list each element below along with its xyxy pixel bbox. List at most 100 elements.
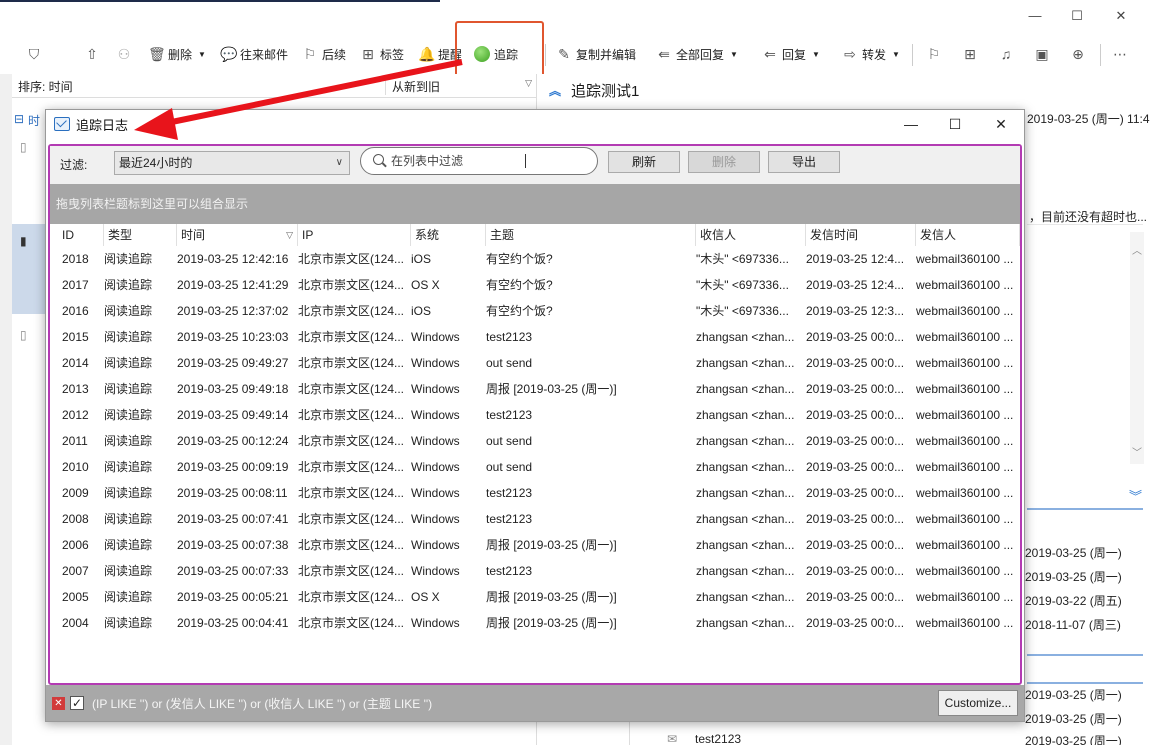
export-button[interactable]: 导出	[768, 151, 840, 173]
zoom-button[interactable]: ⊕	[1070, 42, 1090, 66]
column-filter-icon[interactable]: ▽	[286, 224, 293, 246]
selected-mail-item[interactable]	[12, 224, 46, 314]
scroll-up-icon[interactable]: ︿	[1130, 242, 1144, 257]
filter-enabled-checkbox[interactable]: ✓	[70, 696, 84, 710]
clear-filter-icon[interactable]: ✕	[52, 697, 65, 710]
title-accent	[0, 0, 440, 2]
cell-id: 2017	[62, 278, 89, 292]
header-col-ip[interactable]: IP	[298, 224, 411, 246]
table-row[interactable]: 2018 阅读追踪 2019-03-25 12:42:16 北京市崇文区(124...…	[50, 246, 1020, 272]
search-input[interactable]	[391, 152, 571, 170]
header-col-subject[interactable]: 主题	[486, 224, 696, 246]
table-row[interactable]: 2017 阅读追踪 2019-03-25 12:41:29 北京市崇文区(124...…	[50, 272, 1020, 298]
dialog-close-button[interactable]: ✕	[988, 114, 1014, 134]
dialog-maximize-button[interactable]: ☐	[942, 114, 968, 134]
reply-button[interactable]: ⇐ 回复 ▼	[762, 42, 820, 66]
table-row[interactable]: 2009 阅读追踪 2019-03-25 00:08:11 北京市崇文区(124...…	[50, 480, 1020, 506]
bell-button[interactable]: ♫	[998, 42, 1018, 66]
mail-snippet: ，目前还没有超时也...	[1029, 210, 1148, 224]
cell-recipient: zhangsan <zhan...	[696, 408, 795, 422]
reply-all-label: 全部回复	[676, 47, 725, 62]
cell-time: 2019-03-25 00:08:11	[177, 486, 288, 500]
cell-time: 2019-03-25 00:07:33	[177, 564, 289, 578]
cell-system: Windows	[411, 382, 460, 396]
table-row[interactable]: 2015 阅读追踪 2019-03-25 10:23:03 北京市崇文区(124...…	[50, 324, 1020, 350]
cell-sender: webmail360100 ...	[916, 382, 1014, 396]
related-date: 2019-03-25 (周一)	[1025, 570, 1122, 584]
copy-edit-button[interactable]: ✎ 复制并编辑	[556, 42, 636, 66]
upload-button[interactable]: ⇧	[84, 42, 104, 66]
list-filter-search[interactable]	[360, 147, 598, 175]
flag-button[interactable]: ⚐	[926, 42, 946, 66]
header-col-id[interactable]: ID	[58, 224, 104, 246]
cell-id: 2014	[62, 356, 89, 370]
table-row[interactable]: 2004 阅读追踪 2019-03-25 00:04:41 北京市崇文区(124...…	[50, 610, 1020, 636]
table-row[interactable]: 2010 阅读追踪 2019-03-25 00:09:19 北京市崇文区(124...…	[50, 454, 1020, 480]
cell-subject: out send	[486, 356, 533, 370]
copy-edit-label: 复制并编辑	[576, 47, 637, 62]
minimize-button[interactable]: —	[1020, 6, 1050, 26]
cell-type: 阅读追踪	[104, 252, 153, 266]
sort-order-label: 从新到旧	[392, 80, 441, 94]
filter-button[interactable]: ⛉	[26, 42, 46, 66]
close-button[interactable]: ✕	[1106, 6, 1136, 26]
followup-button[interactable]: ⚐ 后续	[302, 42, 346, 66]
cell-time: 2019-03-25 12:42:16	[177, 252, 289, 266]
cell-recipient: zhangsan <zhan...	[696, 330, 795, 344]
header-label: 主题	[490, 228, 515, 242]
group-toggle[interactable]: ⊟	[14, 112, 24, 126]
apps-button[interactable]: ⊞	[962, 42, 982, 66]
table-row[interactable]: 2006 阅读追踪 2019-03-25 00:07:38 北京市崇文区(124...…	[50, 532, 1020, 558]
header-col-send-time[interactable]: 发信时间	[806, 224, 916, 246]
dialog-minimize-button[interactable]: —	[898, 114, 924, 134]
forward-button[interactable]: ⇨ 转发 ▼	[842, 42, 900, 66]
correspondence-button[interactable]: 💬 往来邮件	[220, 42, 288, 66]
cell-type: 阅读追踪	[104, 304, 153, 318]
cell-ip: 北京市崇文区(124...	[298, 278, 405, 292]
sort-bar: 排序: 时间 从新到旧 ▽	[12, 76, 536, 98]
maximize-button[interactable]: ☐	[1062, 6, 1092, 26]
delete-button[interactable]: 🗑 删除 ▼	[148, 42, 206, 66]
preview-scrollbar[interactable]: ︿ ﹀	[1130, 232, 1144, 464]
table-row[interactable]: 2008 阅读追踪 2019-03-25 00:07:41 北京市崇文区(124...…	[50, 506, 1020, 532]
chevron-down-icon: ▼	[892, 49, 900, 59]
chevron-down-icon: ▼	[812, 49, 820, 59]
scroll-down-icon[interactable]: ﹀	[1130, 444, 1144, 459]
header-col-type[interactable]: 类型	[104, 224, 177, 246]
cell-system: OS X	[411, 590, 440, 604]
toolbar-divider	[912, 44, 913, 66]
tags-button[interactable]: ⊞ 标签	[360, 42, 404, 66]
cell-recipient: zhangsan <zhan...	[696, 382, 795, 396]
table-row[interactable]: 2016 阅读追踪 2019-03-25 12:37:02 北京市崇文区(124...…	[50, 298, 1020, 324]
table-row[interactable]: 2011 阅读追踪 2019-03-25 00:12:24 北京市崇文区(124...…	[50, 428, 1020, 454]
table-row[interactable]: 2013 阅读追踪 2019-03-25 09:49:18 北京市崇文区(124...…	[50, 376, 1020, 402]
table-row[interactable]: 2007 阅读追踪 2019-03-25 00:07:33 北京市崇文区(124...…	[50, 558, 1020, 584]
header-col-time[interactable]: 时间 ▽	[177, 224, 298, 246]
group-by-area[interactable]: 拖曳列表栏题标到这里可以组合显示	[50, 184, 1020, 224]
user-remove-button[interactable]: ⚇	[116, 42, 136, 66]
table-row[interactable]: 2014 阅读追踪 2019-03-25 09:49:27 北京市崇文区(124...…	[50, 350, 1020, 376]
sort-order[interactable]: 从新到旧 ▽	[385, 78, 536, 95]
collapse-icon[interactable]: ︽	[549, 82, 561, 99]
more-button[interactable]: ⋯	[1112, 42, 1132, 66]
refresh-button[interactable]: 刷新	[608, 151, 680, 173]
cell-send-time: 2019-03-25 00:0...	[806, 590, 905, 604]
mail-doc-icon: ▮	[20, 234, 27, 248]
mail-doc-icon: ▯	[20, 140, 27, 154]
header-col-sender[interactable]: 发信人	[916, 224, 1020, 246]
header-col-system[interactable]: 系统	[411, 224, 486, 246]
delete-log-button[interactable]: 删除	[688, 151, 760, 173]
expand-icon[interactable]: ︾	[1129, 486, 1142, 505]
sort-by-time[interactable]: 排序: 时间	[12, 78, 385, 95]
filter-status-bar: ✕ ✓ (IP LIKE '') or (发信人 LIKE '') or (收信…	[46, 685, 1024, 721]
header-col-recipient[interactable]: 收信人	[696, 224, 806, 246]
customize-button[interactable]: Customize...	[938, 690, 1018, 716]
cell-ip: 北京市崇文区(124...	[298, 408, 405, 422]
image-button[interactable]: ▣	[1034, 42, 1054, 66]
table-row[interactable]: 2012 阅读追踪 2019-03-25 09:49:14 北京市崇文区(124...…	[50, 402, 1020, 428]
time-range-select[interactable]: 最近24小时的 ∨	[114, 151, 350, 175]
reply-all-button[interactable]: ⇚ 全部回复 ▼	[656, 42, 738, 66]
cell-send-time: 2019-03-25 00:0...	[806, 512, 905, 526]
cell-time: 2019-03-25 00:07:41	[177, 512, 289, 526]
table-row[interactable]: 2005 阅读追踪 2019-03-25 00:05:21 北京市崇文区(124...…	[50, 584, 1020, 610]
